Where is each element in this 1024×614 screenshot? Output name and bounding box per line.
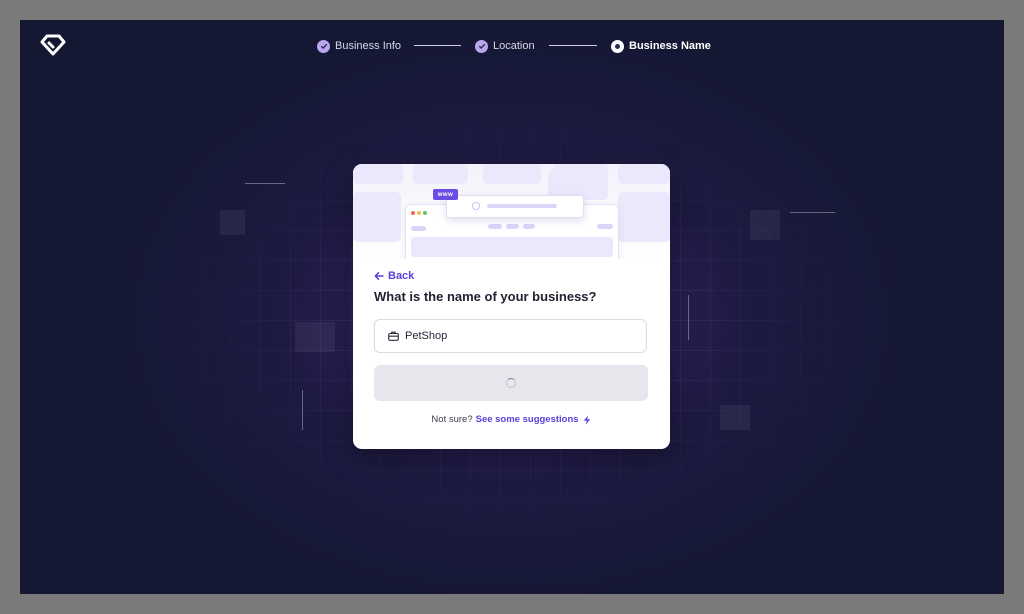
step-business-info[interactable]: Business Info	[317, 37, 401, 55]
see-suggestions-link[interactable]: See some suggestions	[476, 414, 579, 425]
website-illustration: www	[353, 164, 670, 259]
arrow-left-icon	[374, 272, 384, 280]
step-label: Business Info	[335, 40, 402, 52]
light-streak	[790, 212, 835, 213]
business-name-card: www Back What is the name of your busine…	[353, 164, 670, 449]
back-button[interactable]: Back	[374, 270, 414, 282]
step-label: Location	[493, 40, 535, 52]
background-tile	[220, 210, 245, 235]
check-circle-icon	[317, 39, 330, 53]
step-connector	[414, 45, 461, 46]
question-heading: What is the name of your business?	[374, 289, 597, 304]
back-label: Back	[388, 270, 415, 282]
step-business-name[interactable]: Business Name	[611, 37, 711, 55]
url-bar	[446, 195, 584, 218]
background-tile	[750, 210, 780, 240]
light-streak	[245, 183, 285, 184]
business-name-input[interactable]: PetShop	[374, 319, 647, 353]
onboarding-screen: Business Info Location Business Name www…	[20, 20, 1004, 594]
progress-stepper: Business Info Location Business Name	[20, 37, 1004, 55]
www-badge: www	[433, 189, 458, 200]
suggestions-row: Not sure? See some suggestions	[353, 414, 670, 425]
continue-button-loading[interactable]	[374, 365, 648, 401]
spinner-icon	[506, 378, 516, 388]
lightning-bolt-icon[interactable]	[582, 415, 592, 425]
globe-icon	[472, 202, 480, 210]
step-label: Business Name	[629, 40, 711, 52]
not-sure-text: Not sure?	[431, 414, 473, 425]
step-connector	[549, 45, 597, 46]
light-streak	[688, 295, 689, 340]
light-streak	[302, 390, 303, 430]
radio-dot-icon	[611, 39, 624, 53]
check-circle-icon	[475, 39, 488, 53]
background-tile	[720, 405, 750, 430]
business-name-value: PetShop	[405, 330, 448, 342]
briefcase-icon	[388, 331, 399, 341]
step-location[interactable]: Location	[475, 37, 535, 55]
background-tile	[295, 322, 335, 352]
